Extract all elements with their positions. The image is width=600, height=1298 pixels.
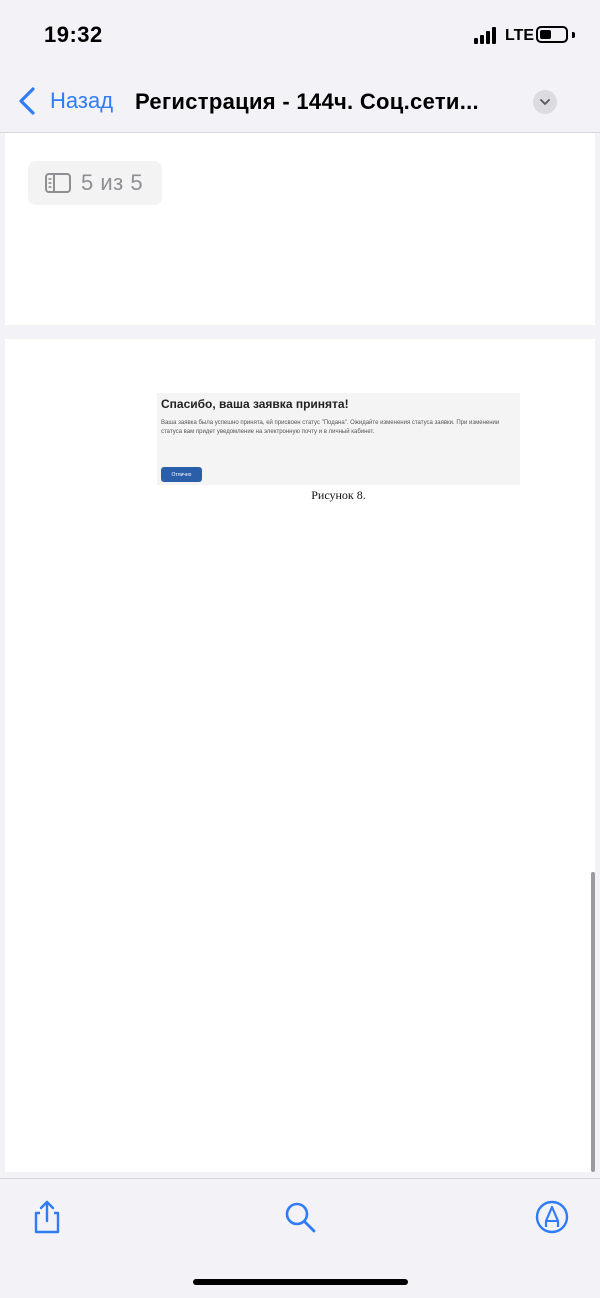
chevron-left-icon (19, 87, 35, 115)
page-indicator-label: 5 из 5 (81, 170, 144, 195)
figure-screenshot: Спасибо, ваша заявка принята! Ваша заявк… (157, 393, 520, 485)
status-time: 19:32 (44, 22, 103, 47)
title-menu-button[interactable] (533, 90, 557, 114)
document-title[interactable]: Регистрация - 144ч. Соц.сети... (135, 89, 479, 115)
figure-body-text: Ваша заявка была успешно принята, ей при… (161, 420, 500, 435)
battery-cap (572, 32, 575, 38)
navigation-bar: Назад Регистрация - 144ч. Соц.сети... (0, 72, 600, 133)
status-bar: 19:32 LTE (0, 0, 600, 72)
chevron-down-icon (540, 99, 550, 105)
page-indicator[interactable]: 5 из 5 (28, 161, 162, 205)
sidebar-icon (45, 173, 71, 193)
back-button[interactable]: Назад (16, 86, 113, 116)
network-label: LTE (505, 27, 535, 44)
signal-icon (474, 27, 500, 44)
search-icon[interactable] (283, 1199, 317, 1235)
markup-icon[interactable] (535, 1199, 569, 1235)
back-label: Назад (50, 88, 114, 113)
figure-ok-button: Отлично (161, 467, 202, 482)
figure-caption: Рисунок 8. (311, 488, 366, 502)
figure-title: Спасибо, ваша заявка принята! (161, 397, 349, 411)
home-indicator (193, 1279, 408, 1285)
battery-icon (536, 26, 568, 43)
scrollbar[interactable] (591, 872, 595, 1172)
share-icon[interactable] (30, 1199, 64, 1235)
